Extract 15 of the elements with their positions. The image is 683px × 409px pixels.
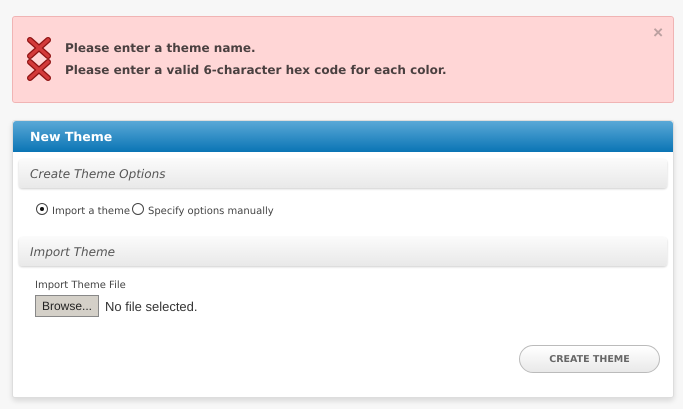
error-message: Please enter a theme name. bbox=[65, 41, 256, 55]
panel-title: New Theme bbox=[30, 129, 112, 144]
radio-button[interactable] bbox=[132, 203, 144, 215]
radio-button[interactable] bbox=[36, 203, 48, 215]
field-label: Import Theme File bbox=[35, 280, 127, 291]
section-title: Create Theme Options bbox=[30, 166, 166, 180]
radio-label: Specify options manually bbox=[148, 206, 274, 217]
file-status: No file selected. bbox=[105, 298, 198, 314]
error-icon bbox=[27, 59, 51, 81]
error-message: Please enter a valid 6-character hex code for each color. bbox=[65, 63, 447, 77]
browse-button[interactable]: Browse... bbox=[35, 295, 100, 317]
error-icon bbox=[27, 37, 51, 59]
create-theme-button[interactable]: CREATE THEME bbox=[519, 345, 660, 373]
radio-label: Import a theme bbox=[52, 206, 130, 217]
section-title: Import Theme bbox=[30, 244, 116, 258]
